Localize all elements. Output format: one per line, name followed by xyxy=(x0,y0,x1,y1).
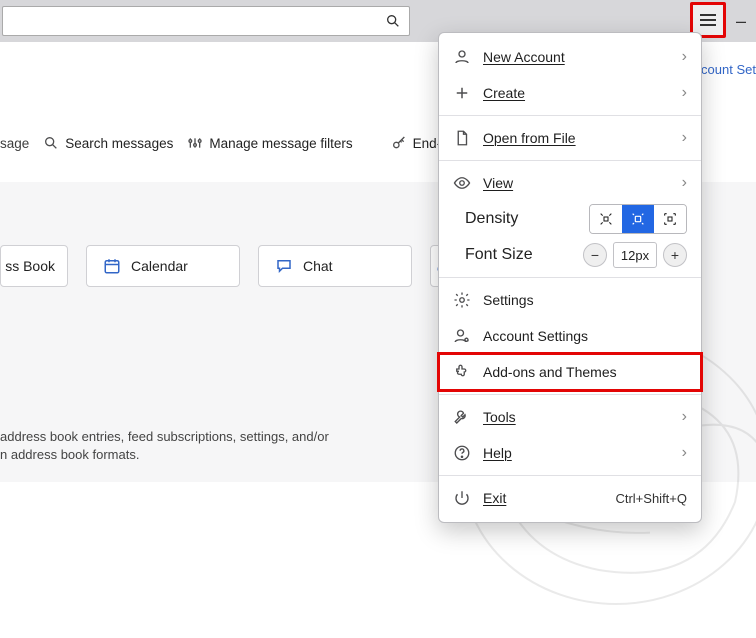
chevron-right-icon: › xyxy=(682,444,687,462)
toolbar-item-manage-filters[interactable]: Manage message filters xyxy=(187,135,352,151)
density-toggle xyxy=(589,204,687,234)
account-settings-icon xyxy=(453,327,471,345)
chat-icon xyxy=(275,257,293,275)
menu-account-settings[interactable]: Account Settings xyxy=(439,318,701,354)
power-icon xyxy=(453,489,471,507)
file-icon xyxy=(453,129,471,147)
card-address-book[interactable]: ss Book xyxy=(0,245,68,287)
menu-density: Density xyxy=(439,201,701,237)
font-size-value: 12px xyxy=(613,242,657,268)
menu-separator xyxy=(439,160,701,161)
menu-addons-themes[interactable]: Add-ons and Themes xyxy=(439,354,701,390)
hamburger-icon xyxy=(700,19,716,21)
menu-exit[interactable]: Exit Ctrl+Shift+Q xyxy=(439,480,701,516)
chevron-right-icon: › xyxy=(682,84,687,102)
menu-separator xyxy=(439,115,701,116)
plus-icon xyxy=(453,84,471,102)
search-icon xyxy=(385,13,401,29)
font-size-increase[interactable]: + xyxy=(663,243,687,267)
menu-help[interactable]: Help › xyxy=(439,435,701,471)
puzzle-icon xyxy=(453,363,471,381)
search-icon xyxy=(43,135,59,151)
menu-create[interactable]: Create › xyxy=(439,75,701,111)
menu-settings[interactable]: Settings xyxy=(439,282,701,318)
menu-exit-shortcut: Ctrl+Shift+Q xyxy=(615,491,687,506)
minimize-button[interactable]: – xyxy=(726,0,756,42)
menu-open-from-file[interactable]: Open from File › xyxy=(439,120,701,156)
key-icon xyxy=(391,135,407,151)
menu-separator xyxy=(439,277,701,278)
toolbar-item-message[interactable]: sage xyxy=(0,136,29,151)
chevron-right-icon: › xyxy=(682,48,687,66)
account-icon xyxy=(453,48,471,66)
app-menu-panel: New Account › Create › Open from File › … xyxy=(438,32,702,523)
calendar-icon xyxy=(103,257,121,275)
wrench-icon xyxy=(453,408,471,426)
gear-icon xyxy=(453,291,471,309)
density-compact[interactable] xyxy=(590,205,622,233)
filter-icon xyxy=(187,135,203,151)
chevron-right-icon: › xyxy=(682,174,687,192)
menu-font-size: Font Size − 12px + xyxy=(439,237,701,273)
density-relaxed[interactable] xyxy=(654,205,686,233)
chevron-right-icon: › xyxy=(682,129,687,147)
menu-view[interactable]: View › xyxy=(439,165,701,201)
search-box[interactable] xyxy=(2,6,410,36)
font-size-decrease[interactable]: − xyxy=(583,243,607,267)
card-chat[interactable]: Chat xyxy=(258,245,412,287)
help-icon xyxy=(453,444,471,462)
card-calendar[interactable]: Calendar xyxy=(86,245,240,287)
chevron-right-icon: › xyxy=(682,408,687,426)
eye-icon xyxy=(453,174,471,192)
menu-new-account[interactable]: New Account › xyxy=(439,39,701,75)
menu-separator xyxy=(439,475,701,476)
toolbar-item-search-messages[interactable]: Search messages xyxy=(43,135,173,151)
density-default[interactable] xyxy=(622,205,654,233)
menu-separator xyxy=(439,394,701,395)
menu-tools[interactable]: Tools › xyxy=(439,399,701,435)
import-description: address book entries, feed subscriptions… xyxy=(0,428,360,463)
